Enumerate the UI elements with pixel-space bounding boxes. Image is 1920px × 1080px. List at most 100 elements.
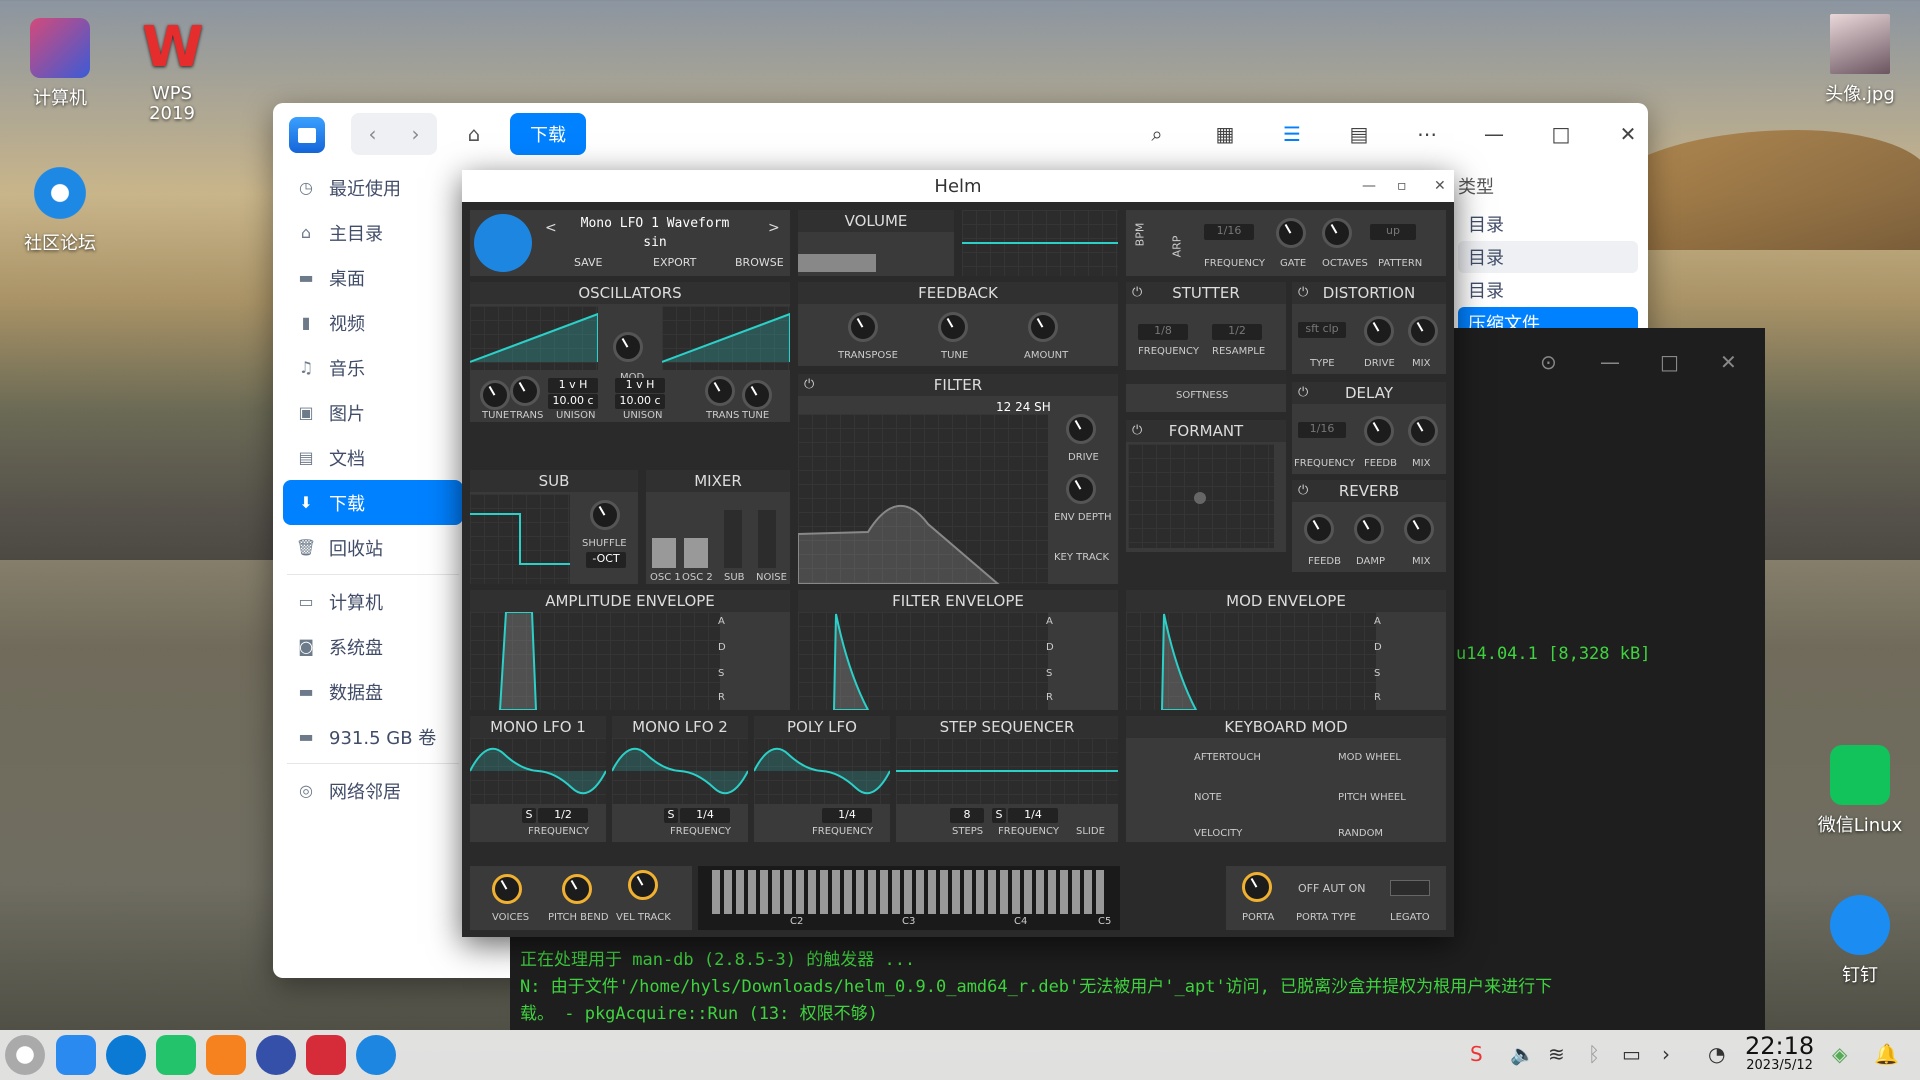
close-icon[interactable]: ✕ [1434,178,1446,194]
mod-source-mod-wheel[interactable]: MOD WHEEL [1338,752,1401,763]
porta-knob[interactable] [1242,872,1272,902]
minimize-icon[interactable]: — [1362,178,1376,194]
distortion-type-selector[interactable]: sft clp [1298,322,1346,338]
volume-icon[interactable]: 🔈 [1510,1042,1535,1066]
mod-source-note[interactable]: NOTE [1194,792,1222,803]
desktop-icon-avatar[interactable]: 头像.jpg [1800,14,1920,106]
power-icon[interactable]: ⏻ [1132,285,1142,300]
mod-knob[interactable] [613,332,643,362]
osc1-tune-knob[interactable] [480,380,510,410]
desktop-icon-dingtalk[interactable]: 钉钉 [1800,895,1920,987]
power-icon[interactable]: ⏻ [1298,483,1308,498]
sidebar-item-recent[interactable]: ◷ 最近使用 [273,165,473,210]
list-view-icon[interactable]: ☰ [1277,119,1307,149]
osc2-unison-voices[interactable]: 1 v H [615,378,665,393]
reverb-mix-knob[interactable] [1404,514,1434,544]
desktop-icon-forum[interactable]: 社区论坛 [0,163,120,255]
filter-envelope-display[interactable] [798,612,1048,711]
delay-mix-knob[interactable] [1408,416,1438,446]
sidebar-item-videos[interactable]: ▮ 视频 [273,300,473,345]
terminal-taskbar-icon[interactable] [306,1035,346,1075]
lfo-sync-toggle[interactable]: S [522,808,536,823]
wifi-icon[interactable]: ≋ [1548,1042,1565,1066]
menu-icon[interactable]: ⊙ [1540,350,1557,374]
pattern-selector[interactable]: up [1370,224,1416,240]
osc2-unison-detune[interactable]: 10.00 c [615,394,665,409]
distortion-drive-knob[interactable] [1364,316,1394,346]
osc1-trans-knob[interactable] [510,376,540,406]
menu-icon[interactable]: ⋯ [1412,119,1442,149]
feedback-amount-knob[interactable] [1028,312,1058,342]
power-icon[interactable]: ⏻ [1298,285,1308,300]
sub-octave-toggle[interactable]: -OCT [586,552,626,568]
back-arrow-icon[interactable]: ‹ [369,122,377,146]
sidebar-item-music[interactable]: ♫ 音乐 [273,345,473,390]
delay-frequency-selector[interactable]: 1/16 [1298,422,1346,438]
clock[interactable]: 22:18 2023/5/12 [1745,1034,1814,1073]
stutter-resample-selector[interactable]: 1/2 [1212,324,1262,340]
octaves-knob[interactable] [1322,218,1352,248]
lfo1-waveform[interactable] [469,738,607,804]
sidebar-item-volume[interactable]: ▬ 931.5 GB 卷 [273,714,473,759]
sub-level-slider[interactable] [724,510,742,568]
step-sequencer-display[interactable] [896,738,1118,804]
desktop-icon-wechat[interactable]: 微信Linux [1800,745,1920,837]
close-icon[interactable]: ✕ [1613,119,1643,149]
power-icon[interactable]: ⏻ [1132,423,1142,438]
sidebar-item-documents[interactable]: ▤ 文档 [273,435,473,480]
legato-toggle[interactable] [1390,880,1430,896]
power-icon[interactable]: ⏻ [1298,385,1308,400]
delay-feedback-knob[interactable] [1364,416,1394,446]
piano-keyboard[interactable] [712,870,1106,914]
type-cell[interactable]: 目录 [1458,274,1638,306]
launcher-icon[interactable] [5,1035,45,1075]
detail-view-icon[interactable]: ▤ [1344,119,1374,149]
mod-source-random[interactable]: RANDOM [1338,828,1383,839]
pitch-bend-knob[interactable] [562,874,592,904]
type-cell[interactable]: 目录 [1458,208,1638,240]
osc1-level-slider[interactable] [652,538,676,568]
osc1-waveform[interactable] [469,306,599,370]
input-method-icon[interactable]: S [1470,1042,1483,1066]
save-button[interactable]: SAVE [574,256,602,269]
mod-source-pitch-wheel[interactable]: PITCH WHEEL [1338,792,1406,803]
close-icon[interactable]: ✕ [1720,350,1737,374]
sidebar-item-network[interactable]: ◎ 网络邻居 [273,768,473,813]
osc1-unison-detune[interactable]: 10.00 c [548,394,598,409]
osc2-trans-knob[interactable] [705,376,735,406]
maximize-icon[interactable]: □ [1546,119,1576,149]
volume-slider[interactable] [798,254,876,272]
step-frequency-selector[interactable]: 1/4 [1008,808,1058,823]
filter-drive-knob[interactable] [1066,414,1096,444]
sidebar-item-trash[interactable]: 🗑 回收站 [273,525,473,570]
sidebar-item-data-disk[interactable]: ▬ 数据盘 [273,669,473,714]
sidebar-item-pictures[interactable]: ▣ 图片 [273,390,473,435]
distortion-mix-knob[interactable] [1408,316,1438,346]
lfo2-frequency-selector[interactable]: 1/4 [680,808,730,823]
reverb-damp-knob[interactable] [1354,514,1384,544]
icon-view-icon[interactable]: ▦ [1210,119,1240,149]
maximize-icon[interactable]: ▫ [1397,178,1407,194]
reverb-feedback-knob[interactable] [1304,514,1334,544]
system-monitor-icon[interactable]: ◔ [1708,1042,1725,1066]
battery-icon[interactable]: ▭ [1622,1042,1641,1066]
poly-lfo-waveform[interactable] [753,738,891,804]
sidebar-item-desktop[interactable]: ▬ 桌面 [273,255,473,300]
bluetooth-icon[interactable]: ᛒ [1588,1042,1600,1066]
mod-source-velocity[interactable]: VELOCITY [1194,828,1242,839]
helm-taskbar-icon[interactable] [356,1035,396,1075]
vel-track-knob[interactable] [628,870,658,900]
formant-xy-pad[interactable] [1128,444,1274,548]
browse-button[interactable]: BROWSE [735,256,784,269]
power-icon[interactable]: ⏻ [804,377,814,392]
voices-knob[interactable] [492,874,522,904]
feedback-tune-knob[interactable] [938,312,968,342]
breadcrumb-download[interactable]: 下载 [510,113,586,155]
preset-next-button[interactable]: > [768,220,780,236]
lfo-sync-toggle[interactable]: S [664,808,678,823]
sub-waveform[interactable] [470,494,570,584]
minimize-icon[interactable]: — [1600,350,1620,374]
type-column-header[interactable]: 类型 [1458,165,1648,207]
browser-taskbar-icon[interactable] [106,1035,146,1075]
steps-selector[interactable]: 8 [950,808,984,823]
